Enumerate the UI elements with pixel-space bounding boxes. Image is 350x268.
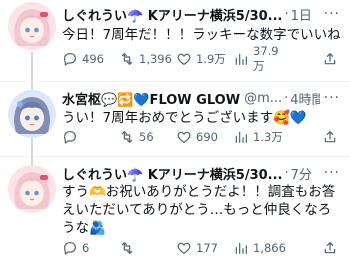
views-button[interactable]: 37.9万	[233, 44, 290, 74]
avatar[interactable]	[8, 2, 56, 50]
tweet-text: 今日！7周年だ！！！ラッキーな数字でいいね	[62, 27, 341, 43]
action-bar: 6 177 1,866	[62, 239, 342, 257]
share-icon	[324, 53, 336, 65]
more-icon[interactable]: ···	[319, 90, 340, 106]
thread-line	[31, 138, 33, 157]
action-bar: 56 690 1.3万	[62, 128, 342, 146]
separator-dot: ·	[284, 6, 289, 22]
share-icon	[324, 131, 336, 143]
timestamp[interactable]: 7分	[291, 164, 312, 183]
reply-icon	[64, 53, 76, 66]
heart-icon	[177, 242, 191, 254]
retweet-icon	[121, 53, 133, 65]
retweet-count: 56	[139, 130, 154, 144]
retweet-icon	[121, 242, 133, 254]
reply-button[interactable]	[62, 129, 119, 145]
tweet[interactable]: しぐれうい☂️ Kアリーナ横浜5/30... · 7分 ··· すう🫶お祝いあり…	[0, 157, 350, 268]
tweet[interactable]: 水宮枢💬🔁💙FLOW GLOW @m... · 4時間 ··· うい！7周年おめ…	[0, 82, 350, 157]
like-button[interactable]: 1.9万	[176, 51, 233, 67]
tweet-text: すう🫶お祝いありがとうだよ！！調査もお答えいただいてありがとう…もっと仲良くなろ…	[62, 184, 336, 236]
more-icon[interactable]: ···	[319, 6, 340, 22]
share-button[interactable]	[322, 240, 342, 256]
retweet-button[interactable]: 56	[119, 129, 176, 145]
share-button[interactable]	[322, 129, 342, 145]
tweet[interactable]: しぐれうい☂️ Kアリーナ横浜5/30... · 1日 ··· 今日！7周年だ！…	[0, 0, 350, 82]
reply-count: 6	[82, 241, 90, 255]
reply-button[interactable]: 6	[62, 240, 119, 256]
views-button[interactable]: 1.3万	[233, 129, 290, 145]
timestamp[interactable]: 1日	[291, 5, 312, 24]
views-button[interactable]: 1,866	[233, 240, 290, 256]
view-count: 1,866	[253, 241, 286, 255]
share-button[interactable]	[322, 51, 342, 67]
like-button[interactable]: 690	[176, 129, 233, 145]
thread-line	[31, 157, 33, 165]
display-name[interactable]: しぐれうい☂️ Kアリーナ横浜5/30...	[62, 5, 283, 24]
heart-icon	[177, 53, 191, 65]
thread-line	[31, 82, 33, 90]
views-icon	[235, 53, 247, 65]
like-button[interactable]: 177	[176, 240, 233, 256]
separator-dot: ·	[284, 165, 289, 181]
views-icon	[235, 242, 247, 254]
retweet-icon	[121, 131, 133, 143]
view-count: 37.9万	[253, 44, 279, 73]
share-icon	[324, 242, 336, 254]
view-count: 1.3万	[253, 130, 283, 144]
like-count: 690	[196, 130, 218, 144]
reply-count: 496	[82, 52, 104, 66]
display-name[interactable]: 水宮枢💬🔁💙FLOW GLOW	[62, 89, 240, 108]
like-count: 1.9万	[196, 52, 226, 66]
avatar[interactable]	[8, 165, 56, 213]
retweet-count: 1,396	[139, 52, 172, 66]
action-bar: 496 1,396 1.9万 37.9万	[62, 44, 342, 73]
tweet-text: うい！7周年おめでとうございます🥰💙	[62, 110, 307, 126]
display-name[interactable]: しぐれうい☂️ Kアリーナ横浜5/30...	[62, 164, 283, 183]
retweet-button[interactable]: 1,396	[119, 51, 176, 67]
reply-icon	[64, 131, 76, 144]
user-handle[interactable]: @m...	[244, 91, 282, 106]
reply-icon	[64, 242, 76, 255]
retweet-button[interactable]	[119, 240, 176, 256]
avatar[interactable]	[8, 90, 56, 138]
like-count: 177	[196, 241, 218, 255]
more-icon[interactable]: ···	[319, 165, 340, 181]
views-icon	[235, 131, 247, 143]
reply-button[interactable]: 496	[62, 51, 119, 67]
heart-icon	[177, 131, 191, 143]
separator-dot: ·	[284, 90, 289, 106]
